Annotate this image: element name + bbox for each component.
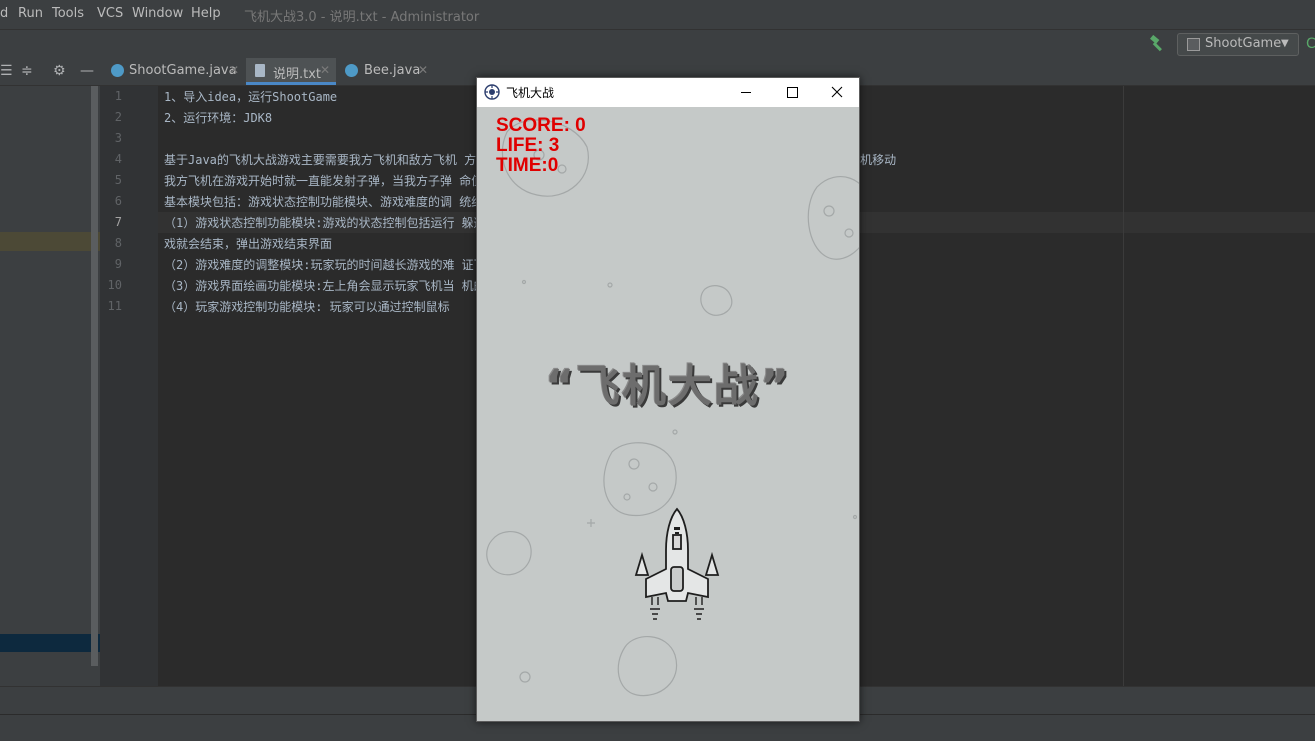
player-plane-icon[interactable] <box>622 505 732 635</box>
tab-shootgame-java[interactable]: ShootGame.java ✕ <box>103 58 243 85</box>
close-icon[interactable]: ✕ <box>418 63 428 77</box>
line-number: 3 <box>114 131 122 145</box>
minimize-button[interactable] <box>723 78 769 107</box>
run-config-label: ShootGame <box>1205 36 1282 51</box>
project-panel <box>0 86 100 686</box>
chevron-down-icon: ▼ <box>1281 38 1289 49</box>
menu-item-vcs[interactable]: VCS <box>97 6 123 21</box>
project-tree-highlight <box>0 232 100 251</box>
ide-window-title: 飞机大战3.0 - 说明.txt - Administrator <box>244 10 480 25</box>
menu-item-run[interactable]: Run <box>18 6 43 21</box>
score-label: SCORE: 0 <box>496 115 586 136</box>
asteroid-icon <box>807 176 859 260</box>
menu-item-file-partial[interactable]: d <box>0 6 8 21</box>
game-window-title: 飞机大战 <box>506 86 555 100</box>
line-number: 11 <box>107 299 122 313</box>
game-window-titlebar[interactable]: 飞机大战 <box>477 78 859 107</box>
line-number: 9 <box>114 257 122 271</box>
tab-label: ShootGame.java <box>129 63 237 78</box>
close-button[interactable] <box>814 78 860 107</box>
menu-item-tools[interactable]: Tools <box>52 6 84 21</box>
right-margin-guide <box>1123 86 1124 686</box>
line-number: 6 <box>114 194 122 208</box>
close-icon[interactable]: ✕ <box>320 63 330 77</box>
tab-bee-java[interactable]: Bee.java ✕ <box>337 58 433 85</box>
tab-label: 说明.txt <box>273 67 322 82</box>
menu-bar: d Run Tools VCS Window Help 飞机大战3.0 - 说明… <box>0 0 1315 29</box>
tab-label: Bee.java <box>364 63 421 78</box>
line-number-current: 7 <box>114 215 122 229</box>
minimize-icon[interactable]: — <box>80 63 94 79</box>
align-icon[interactable]: ☰ <box>0 63 13 79</box>
collapse-icon[interactable]: ≑ <box>21 63 33 79</box>
line-number: 10 <box>107 278 122 292</box>
menu-item-window[interactable]: Window <box>132 6 183 21</box>
asteroid-icon <box>486 531 532 576</box>
run-icon[interactable]: C <box>1306 36 1315 52</box>
minimize-icon <box>741 92 751 93</box>
run-config-icon <box>1187 38 1200 51</box>
time-label: TIME:0 <box>496 155 559 176</box>
build-hammer-icon[interactable] <box>1148 35 1166 53</box>
game-window[interactable]: 飞机大战 SCORE: 0 LIFE: 3 TIME:0 “飞机大战” <box>476 77 860 722</box>
java-class-icon <box>345 64 358 77</box>
line-number: 2 <box>114 110 122 124</box>
life-label: LIFE: 3 <box>496 135 560 156</box>
close-icon[interactable]: ✕ <box>229 63 239 77</box>
asteroid-icon <box>617 635 678 697</box>
line-number: 8 <box>114 236 122 250</box>
java-class-icon <box>111 64 124 77</box>
code-line[interactable]: （4）玩家游戏控制功能模块: 玩家可以通过控制鼠标 <box>164 298 450 315</box>
code-line[interactable]: 1、导入idea，运行ShootGame <box>164 88 337 105</box>
code-line[interactable]: 2、运行环境：JDK8 <box>164 109 272 126</box>
project-tree-selected-item[interactable] <box>0 634 100 652</box>
line-number: 5 <box>114 173 122 187</box>
asteroid-icon <box>700 285 733 316</box>
java-app-icon <box>484 84 500 100</box>
game-canvas[interactable]: SCORE: 0 LIFE: 3 TIME:0 “飞机大战” <box>477 107 859 721</box>
menu-item-help[interactable]: Help <box>191 6 221 21</box>
run-configuration-dropdown[interactable]: ShootGame ▼ <box>1177 33 1299 56</box>
line-number: 1 <box>114 89 122 103</box>
splash-title: “飞机大战” <box>545 361 791 412</box>
line-number: 4 <box>114 152 122 166</box>
main-toolbar: ShootGame ▼ C <box>0 29 1315 59</box>
maximize-button[interactable] <box>769 78 815 107</box>
line-number-gutter: 1 2 3 4 5 6 7 8 9 10 11 <box>100 86 159 686</box>
maximize-icon <box>787 87 798 98</box>
tab-readme-txt[interactable]: 说明.txt ✕ <box>246 58 336 85</box>
project-panel-scrollbar[interactable] <box>91 86 98 666</box>
close-icon <box>831 86 843 98</box>
gear-icon[interactable]: ⚙ <box>53 63 66 79</box>
text-file-icon <box>255 64 265 77</box>
code-line[interactable]: 戏就会结束，弹出游戏结束界面 <box>164 235 332 252</box>
